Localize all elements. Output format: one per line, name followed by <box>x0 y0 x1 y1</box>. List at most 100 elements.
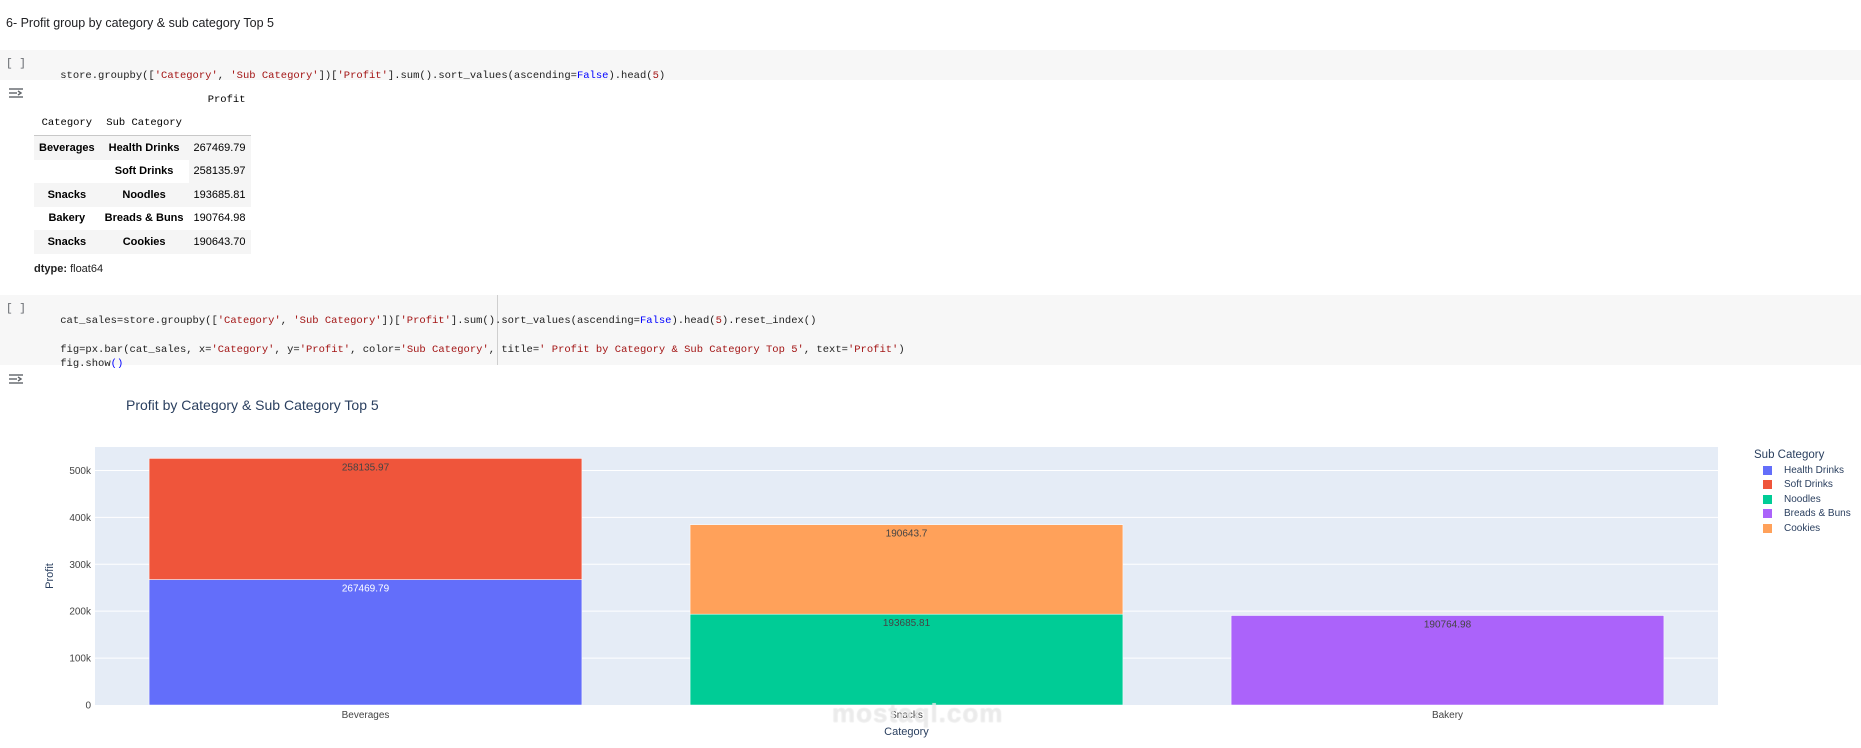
row-category: Bakery <box>48 212 86 225</box>
code-string: 'Category' <box>217 315 281 327</box>
row-category <box>34 160 100 184</box>
code-token: store.groupby([ <box>60 70 155 82</box>
row-profit: 258135.97 <box>188 159 251 183</box>
legend-title: Sub Category <box>1754 449 1825 461</box>
row-profit: 190764.98 <box>193 212 246 225</box>
row-sub-category: Cookies <box>122 235 166 248</box>
row-profit: 190643.70 <box>193 235 246 248</box>
bar-data-label: 193685.81 <box>883 618 931 629</box>
bar-segment[interactable] <box>148 458 583 580</box>
bar-chart[interactable]: 0 100k 200k 300k 400k 500k 267469.79 258135.97 1… <box>0 380 1750 748</box>
bar-data-label: 190643.7 <box>886 529 928 540</box>
output-dataframe: Profit Category Sub Category Beverages H… <box>34 88 251 254</box>
y-tick-label: 200k <box>69 607 92 618</box>
code-token: ) <box>658 70 666 82</box>
code-string: 'Sub Category' <box>400 344 489 356</box>
code-string: 'Profit' <box>299 344 351 356</box>
x-tick-label: Beverages <box>342 710 390 721</box>
code-token: ).reset_index() <box>721 315 817 327</box>
legend-label: Breads & Buns <box>1784 508 1851 520</box>
code-token: ].sum().sort_values(ascending= <box>450 315 640 327</box>
bar-segment[interactable] <box>148 579 583 706</box>
legend-swatch <box>1763 480 1772 490</box>
legend-item-breads-buns[interactable]: Breads & Buns <box>1754 507 1851 522</box>
row-category: Beverages <box>39 141 95 154</box>
row-category: Snacks <box>47 235 87 248</box>
code-line[interactable]: fig.show() <box>35 346 123 382</box>
code-cell-1[interactable]: [ ] store.groupby(['Category', 'Sub Cate… <box>0 50 1861 82</box>
code-string: 'Sub Category' <box>230 70 319 82</box>
code-keyword: False <box>576 70 609 82</box>
row-sub-category: Soft Drinks <box>114 165 174 178</box>
bar-data-label: 190764.98 <box>1424 620 1472 631</box>
row-profit: 193685.81 <box>193 188 246 201</box>
y-tick-label: 300k <box>69 560 92 571</box>
code-token: ) <box>898 344 905 356</box>
legend-swatch <box>1763 465 1772 475</box>
code-token: ).head( <box>608 70 653 82</box>
table-row: Beverages Health Drinks 267469.79 <box>34 135 251 160</box>
legend-item-cookies[interactable]: Cookies <box>1754 521 1851 536</box>
legend-label: Cookies <box>1784 522 1821 534</box>
code-string: 'Category' <box>211 344 275 356</box>
legend-item-noodles[interactable]: Noodles <box>1754 492 1851 507</box>
code-token: , color= <box>350 344 401 356</box>
code-token: , <box>217 70 231 82</box>
code-token: ).head( <box>671 315 716 327</box>
code-string: 'Profit' <box>337 70 388 82</box>
y-tick-label: 400k <box>69 513 92 524</box>
dtype-line: dtype: float64 <box>34 263 103 275</box>
index-header-sub-category: Sub Category <box>106 117 182 130</box>
watermark-text: mostaql.com <box>832 698 1004 728</box>
legend-item-health-drinks[interactable]: Health Drinks <box>1754 463 1851 478</box>
table-row: Snacks Cookies 190643.70 <box>34 230 251 254</box>
column-header-profit: Profit <box>207 93 246 106</box>
cell-run-prompt[interactable]: [ ] <box>6 58 26 70</box>
row-sub-category: Breads & Buns <box>104 212 184 225</box>
dtype-label: dtype: <box>34 263 67 275</box>
code-string: ' Profit by Category & Sub Category Top … <box>539 344 804 356</box>
y-tick-label: 0 <box>85 701 91 712</box>
cell-run-prompt[interactable]: [ ] <box>6 303 26 315</box>
row-profit: 267469.79 <box>193 141 246 154</box>
output-toggle-icon[interactable] <box>8 86 24 100</box>
row-sub-category: Noodles <box>122 188 166 201</box>
code-token: ])[ <box>318 70 338 82</box>
index-header-category: Category <box>41 117 93 130</box>
empty-header <box>100 88 189 112</box>
legend-item-soft-drinks[interactable]: Soft Drinks <box>1754 478 1851 493</box>
x-tick-label: Bakery <box>1432 710 1463 721</box>
code-token: () <box>110 358 124 370</box>
code-token: , title= <box>488 344 540 356</box>
code-string: 'Sub Category' <box>293 315 382 327</box>
code-line[interactable]: fig=px.bar(cat_sales, x='Category', y='P… <box>35 332 905 368</box>
code-cell-2[interactable]: [ ] cat_sales=store.groupby(['Category',… <box>0 295 1861 370</box>
code-token: , y= <box>274 344 300 356</box>
bar-data-label: 267469.79 <box>342 584 390 595</box>
table-row: Soft Drinks 258135.97 <box>34 159 251 184</box>
code-token: ])[ <box>381 315 401 327</box>
legend-label: Soft Drinks <box>1784 479 1833 491</box>
dtype-value: float64 <box>70 263 104 275</box>
markdown-heading: 6- Profit group by category & sub catego… <box>6 16 274 30</box>
row-sub-category: Health Drinks <box>108 141 180 154</box>
code-token: cat_sales=store.groupby([ <box>60 315 218 327</box>
code-string: 'Profit' <box>400 315 451 327</box>
chart-legend: Sub Category Health Drinks Soft Drinks N… <box>1754 449 1851 536</box>
code-token: , <box>280 315 294 327</box>
y-axis-label: Profit <box>44 563 56 589</box>
legend-swatch <box>1763 523 1772 533</box>
bar-data-label: 258135.97 <box>342 462 390 473</box>
code-string: 'Profit' <box>847 344 899 356</box>
legend-label: Health Drinks <box>1784 464 1845 476</box>
code-string: 'Category' <box>154 70 218 82</box>
table-row: Bakery Breads & Buns 190764.98 <box>34 207 251 231</box>
legend-swatch <box>1763 509 1772 519</box>
empty-header <box>34 88 100 112</box>
code-token: fig.show <box>60 358 111 370</box>
empty-header <box>189 112 251 136</box>
code-keyword: False <box>639 315 672 327</box>
code-token: ].sum().sort_values(ascending= <box>387 70 577 82</box>
table-row: Snacks Noodles 193685.81 <box>34 183 251 207</box>
y-tick-label: 100k <box>69 654 92 665</box>
